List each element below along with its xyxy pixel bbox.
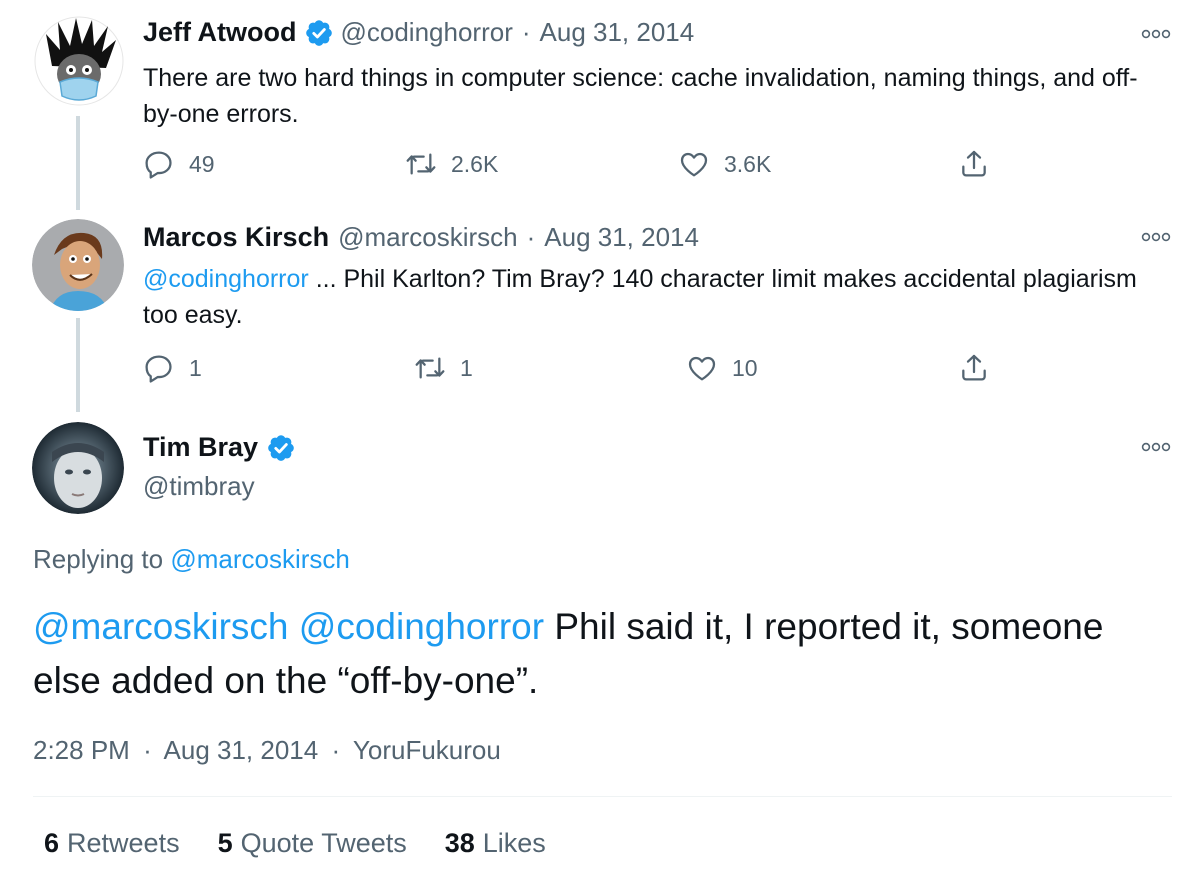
retweet-count: 1: [460, 354, 473, 381]
share-icon: [958, 148, 990, 180]
tweet-date[interactable]: Aug 31, 2014: [164, 735, 319, 765]
like-button[interactable]: 3.6K: [678, 148, 771, 180]
author-name[interactable]: Marcos Kirsch: [143, 222, 329, 253]
retweet-button[interactable]: 1: [414, 352, 473, 384]
reply-icon: [143, 352, 175, 384]
author-handle[interactable]: @marcoskirsch: [338, 222, 518, 253]
retweet-count: 2.6K: [451, 150, 499, 177]
likes-label: Likes: [482, 828, 546, 858]
main-tweet-text: @marcoskirsch @codinghorror Phil said it…: [33, 600, 1143, 708]
retweets-count: 6: [44, 828, 60, 858]
like-count: 3.6K: [724, 150, 772, 177]
retweet-icon: [414, 352, 446, 384]
avatar[interactable]: [32, 422, 124, 514]
mention-link[interactable]: @marcoskirsch: [33, 606, 288, 647]
thread-connector: [76, 116, 80, 210]
retweets-stat[interactable]: 6 Retweets: [44, 828, 180, 859]
engagement-stats: 6 Retweets 5 Quote Tweets 38 Likes: [44, 828, 546, 859]
tweet-header: Marcos Kirsch @marcoskirsch · Aug 31, 20…: [143, 222, 699, 253]
author-name[interactable]: Jeff Atwood: [143, 17, 296, 48]
author-handle[interactable]: @timbray: [143, 471, 255, 502]
tweet-text: There are two hard things in computer sc…: [143, 64, 1138, 128]
like-icon: [678, 148, 710, 180]
quote-tweets-count: 5: [217, 828, 233, 858]
reply-button[interactable]: 1: [143, 352, 202, 384]
thread-connector: [76, 318, 80, 412]
more-icon[interactable]: [1141, 441, 1171, 453]
quote-tweets-label: Quote Tweets: [240, 828, 407, 858]
like-icon: [686, 352, 718, 384]
replying-to-link[interactable]: @marcoskirsch: [170, 544, 350, 574]
author-row: Tim Bray: [143, 432, 302, 463]
separator-dot: ·: [331, 735, 341, 765]
separator-dot: ·: [143, 735, 152, 765]
author-name[interactable]: Tim Bray: [143, 432, 258, 463]
avatar[interactable]: [32, 219, 124, 311]
avatar[interactable]: [34, 16, 124, 106]
tweet-text: @codinghorror ... Phil Karlton? Tim Bray…: [143, 261, 1173, 333]
share-button[interactable]: [958, 148, 1004, 180]
tweet-source[interactable]: YoruFukurou: [353, 735, 501, 765]
retweets-label: Retweets: [67, 828, 180, 858]
reply-button[interactable]: 49: [143, 148, 215, 180]
reply-count: 49: [189, 150, 215, 177]
verified-badge-icon: [266, 433, 296, 463]
tweet-date[interactable]: Aug 31, 2014: [544, 222, 699, 253]
reply-count: 1: [189, 354, 202, 381]
mention-link[interactable]: @codinghorror: [299, 606, 544, 647]
author-handle[interactable]: @codinghorror: [340, 17, 512, 48]
separator-dot: ·: [521, 17, 531, 47]
separator-dot: ·: [526, 222, 536, 252]
replying-to: Replying to @marcoskirsch: [33, 544, 350, 575]
more-icon[interactable]: [1141, 28, 1171, 40]
tweet-time[interactable]: 2:28 PM: [33, 735, 130, 765]
likes-stat[interactable]: 38 Likes: [445, 828, 546, 859]
tweet-date[interactable]: Aug 31, 2014: [540, 17, 695, 48]
share-icon: [958, 352, 990, 384]
retweet-button[interactable]: 2.6K: [405, 148, 498, 180]
tweet-meta: 2:28 PM · Aug 31, 2014 · YoruFukurou: [33, 735, 501, 766]
like-count: 10: [732, 354, 758, 381]
retweet-icon: [405, 148, 437, 180]
share-button[interactable]: [958, 352, 1004, 384]
mention-link[interactable]: @codinghorror: [143, 265, 309, 293]
quote-tweets-stat[interactable]: 5 Quote Tweets: [218, 828, 407, 859]
verified-badge-icon: [304, 18, 334, 48]
like-button[interactable]: 10: [686, 352, 758, 384]
replying-to-prefix: Replying to: [33, 544, 164, 574]
reply-icon: [143, 148, 175, 180]
divider: [33, 796, 1172, 797]
more-icon[interactable]: [1141, 231, 1171, 243]
likes-count: 38: [444, 828, 475, 858]
tweet-header: Jeff Atwood @codinghorror · Aug 31, 2014: [143, 17, 694, 48]
